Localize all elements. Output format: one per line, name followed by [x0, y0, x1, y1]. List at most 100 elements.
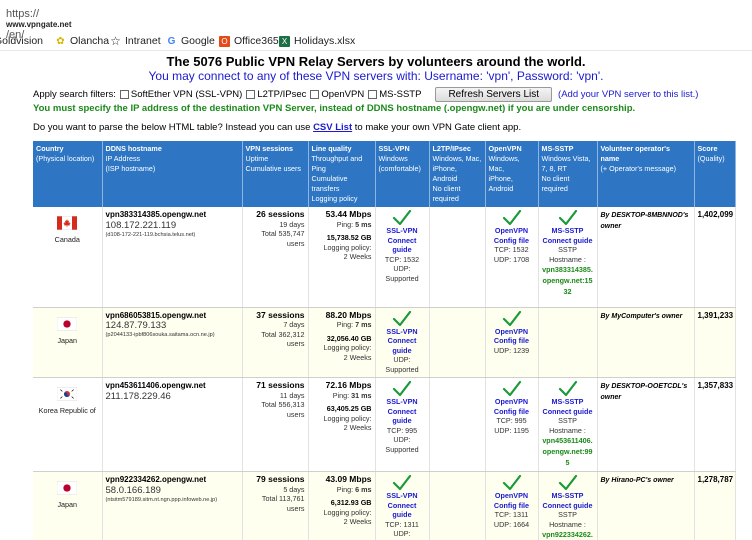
- mssstp-label: MS-SSTP: [379, 89, 422, 100]
- ms-sstp-link[interactable]: MS-SSTP: [542, 491, 594, 501]
- column-title: DDNS hostname: [105, 144, 162, 153]
- page-title: The 5076 Public VPN Relay Servers by vol…: [166, 54, 586, 69]
- ssl-connect-guide-link[interactable]: Connect guide: [379, 336, 426, 355]
- logging-policy-label: Logging policy:: [323, 507, 372, 517]
- sessions-cell: 71 sessions 11 days Total 556,313 users: [242, 377, 309, 472]
- bookmark-holidays[interactable]: X Holidays.xlsx: [279, 35, 355, 47]
- line-quality-cell: 88.20 Mbps Ping: 7 ms 32,056.40 GB Logging …: [308, 307, 376, 378]
- operator-name: By Hirano-PC's owner: [600, 477, 674, 484]
- excel-icon: X: [279, 35, 290, 47]
- japan-flag: [57, 316, 78, 331]
- column-subtitle: Windows, Mac,: [432, 154, 482, 163]
- bookmark-intranet[interactable]: ☆ Intranet: [110, 35, 161, 48]
- openvpn-udp-port: UDP: 1195: [494, 425, 529, 435]
- ssl-vpn-link[interactable]: SSL-VPN: [379, 226, 426, 236]
- csv-list-link[interactable]: CSV List: [313, 122, 352, 133]
- ddns-hostname: vpn453611406.opengw.net: [105, 381, 206, 390]
- checkmark-icon: [502, 381, 521, 397]
- ssl-tcp-port: TCP: 1311: [385, 519, 419, 529]
- operator-cell: By Hirano-PC's owner: [597, 471, 695, 540]
- column-title: VPN sessions: [245, 144, 294, 153]
- column-header: Line quality Throughput and Ping Cumulativ…: [308, 141, 376, 207]
- ddns-hostname: vpn383314385.opengw.net: [105, 210, 207, 219]
- ping-label: Ping:: [336, 484, 354, 494]
- ip-address: 58.0.166.189: [105, 484, 161, 496]
- openvpn-label: OpenVPN: [321, 89, 365, 100]
- mssstp-checkbox[interactable]: [368, 90, 378, 99]
- openvpn-config-link[interactable]: Config file: [489, 336, 535, 346]
- ip-address: 211.178.229.46: [105, 390, 171, 402]
- softether-checkbox[interactable]: [119, 90, 129, 99]
- column-title: SSL-VPN: [378, 144, 410, 153]
- bookmark-olancha[interactable]: ✿ Olancha: [55, 35, 109, 47]
- sstp-hostname: vpn383314385.opengw.net:1532: [542, 265, 593, 296]
- add-server-link[interactable]: (Add your VPN server to this list.): [558, 89, 698, 100]
- country-name: Japan: [57, 335, 78, 345]
- refresh-servers-button[interactable]: Refresh Servers List: [435, 87, 553, 102]
- cumulative-users: Total 535,747 users: [261, 229, 305, 248]
- l2tp-cell: [429, 307, 486, 378]
- openvpn-tcp-port: TCP: 1311: [494, 510, 529, 519]
- score-cell: 1,391,233: [694, 307, 736, 378]
- openvpn-link[interactable]: OpenVPN: [489, 491, 535, 501]
- table-header-row: Country (Physical location) DDNS hostname I…: [33, 141, 736, 207]
- column-title: L2TP/IPsec: [432, 144, 471, 153]
- sstp-connect-guide-link[interactable]: Connect guide: [542, 407, 594, 417]
- column-subtitle: (Quality): [697, 154, 725, 163]
- openvpn-udp-port: UDP: 1708: [493, 254, 530, 264]
- openvpn-config-link[interactable]: Config file: [489, 407, 535, 417]
- openvpn-link[interactable]: OpenVPN: [489, 327, 535, 337]
- sstp-connect-guide-link[interactable]: Connect guide: [542, 501, 594, 511]
- uptime: 11 days: [279, 390, 305, 400]
- openvpn-config-link[interactable]: Config file: [489, 236, 535, 246]
- ms-sstp-link[interactable]: MS-SSTP: [542, 397, 594, 407]
- score-value: 1,357,833: [697, 381, 734, 390]
- ssl-udp-support: UDP: Supported: [385, 529, 418, 540]
- bookmark-goldvision[interactable]: Goldvision: [0, 35, 43, 47]
- ssl-connect-guide-link[interactable]: Connect guide: [379, 407, 426, 426]
- l2tp-cell: [429, 471, 486, 540]
- ssl-vpn-link[interactable]: SSL-VPN: [379, 397, 426, 407]
- throughput: 53.44 Mbps: [325, 209, 372, 219]
- ping: Ping: 7 ms: [312, 320, 372, 330]
- column-subtitle: Cumulative transfers: [311, 174, 348, 193]
- server-row: Japan vpn922334262.opengw.net 58.0.166.189…: [33, 471, 736, 540]
- ddns-hostname: vpn922334262.opengw.net: [105, 475, 207, 484]
- l2tp-checkbox[interactable]: [246, 90, 256, 99]
- bookmark-google[interactable]: G Google: [166, 35, 215, 47]
- cumulative-users: Total 362,312 users: [261, 329, 305, 349]
- ssl-vpn-link[interactable]: SSL-VPN: [379, 491, 426, 501]
- column-title: Score: [697, 144, 718, 153]
- ms-sstp-link[interactable]: MS-SSTP: [542, 226, 594, 236]
- l2tp-cell: [429, 207, 486, 308]
- address-bar[interactable]: https://www.vpngate.net/en/: [0, 0, 752, 41]
- ms-sstp-cell: [538, 307, 598, 378]
- ssl-connect-guide-link[interactable]: Connect guide: [379, 236, 426, 255]
- bookmark-office365[interactable]: O Office365: [219, 35, 279, 47]
- openvpn-checkbox[interactable]: [310, 90, 320, 99]
- bookmark-label: Olancha: [70, 35, 110, 47]
- openvpn-link[interactable]: OpenVPN: [489, 226, 535, 236]
- column-header: DDNS hostname IP Address (ISP hostname): [102, 141, 243, 207]
- column-subtitle: Windows: [378, 154, 408, 163]
- logging-policy-label: Logging policy:: [323, 343, 372, 352]
- cumulative-transfers: 63,405.25 GB: [326, 404, 372, 413]
- ping-value: 7 ms: [355, 320, 372, 329]
- score-value: 1,278,787: [697, 475, 734, 484]
- parse-notice: Do you want to parse the below HTML tabl…: [33, 122, 521, 133]
- country-name: Japan: [57, 500, 78, 509]
- ssl-vpn-link[interactable]: SSL-VPN: [379, 327, 426, 337]
- column-subtitle: (Physical location): [36, 154, 95, 163]
- openvpn-config-link[interactable]: Config file: [489, 501, 535, 511]
- l2tp-cell: [429, 377, 486, 472]
- cumulative-users: Total 556,313 users: [261, 400, 305, 419]
- ssl-udp-support: UDP: Supported: [385, 264, 419, 283]
- cumulative-transfers: 15,738.52 GB: [326, 233, 372, 242]
- vpn-sessions: 37 sessions: [256, 309, 305, 320]
- column-subtitle: Windows Vista,: [541, 154, 591, 163]
- sstp-connect-guide-link[interactable]: Connect guide: [542, 236, 594, 246]
- openvpn-link[interactable]: OpenVPN: [489, 397, 535, 407]
- censorship-warning: You must specify the IP address of the d…: [33, 103, 636, 114]
- sstp-hostname: vpn922334262.opengw.net:1311: [542, 530, 593, 539]
- ssl-connect-guide-link[interactable]: Connect guide: [379, 501, 426, 520]
